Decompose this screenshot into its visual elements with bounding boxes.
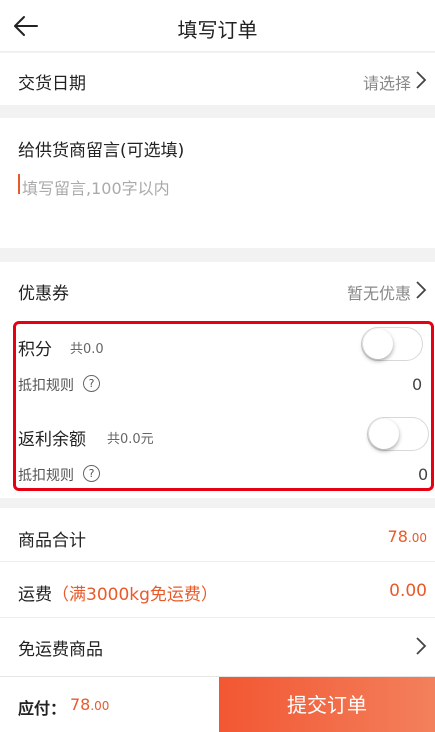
page-title: 填写订单	[177, 18, 258, 42]
submit-order-button[interactable]: 提交订单	[219, 677, 435, 732]
coupon-value: 暂无优惠	[346, 284, 411, 303]
message-section: 给供货商留言(可选填) 填写留言,100字以内	[0, 118, 435, 248]
footer-bar: 应付： 78.00 提交订单	[0, 676, 435, 732]
pay-amount: 78.00	[70, 695, 110, 714]
coupon-row[interactable]: 优惠券 暂无优惠	[0, 262, 435, 318]
free-shipping-label: 免运费商品	[18, 640, 103, 660]
delivery-date-row[interactable]: 交货日期 请选择	[0, 53, 435, 105]
header: 填写订单	[0, 0, 435, 52]
chevron-right-icon	[416, 637, 427, 655]
shipping-note: （满3000kg免运费）	[52, 585, 218, 605]
shipping-value: 0.00	[389, 581, 427, 601]
text-caret	[18, 174, 20, 194]
pay-label: 应付：	[18, 699, 67, 718]
delivery-date-label: 交货日期	[18, 74, 86, 94]
chevron-right-icon	[416, 71, 427, 89]
goods-total-label: 商品合计	[18, 531, 86, 551]
shipping-row: 运费（满3000kg免运费） 0.00	[0, 562, 435, 618]
goods-total-row: 商品合计 78.00	[0, 508, 435, 562]
shipping-label: 运费（满3000kg免运费）	[18, 585, 218, 605]
highlight-box	[13, 321, 434, 491]
message-label: 给供货商留言(可选填)	[18, 141, 185, 161]
message-input[interactable]: 填写留言,100字以内	[22, 175, 170, 199]
chevron-right-icon	[416, 281, 427, 299]
coupon-label: 优惠券	[18, 284, 69, 304]
goods-total-value: 78.00	[387, 527, 427, 546]
free-shipping-row[interactable]: 免运费商品	[0, 618, 435, 676]
delivery-date-value: 请选择	[362, 74, 411, 93]
